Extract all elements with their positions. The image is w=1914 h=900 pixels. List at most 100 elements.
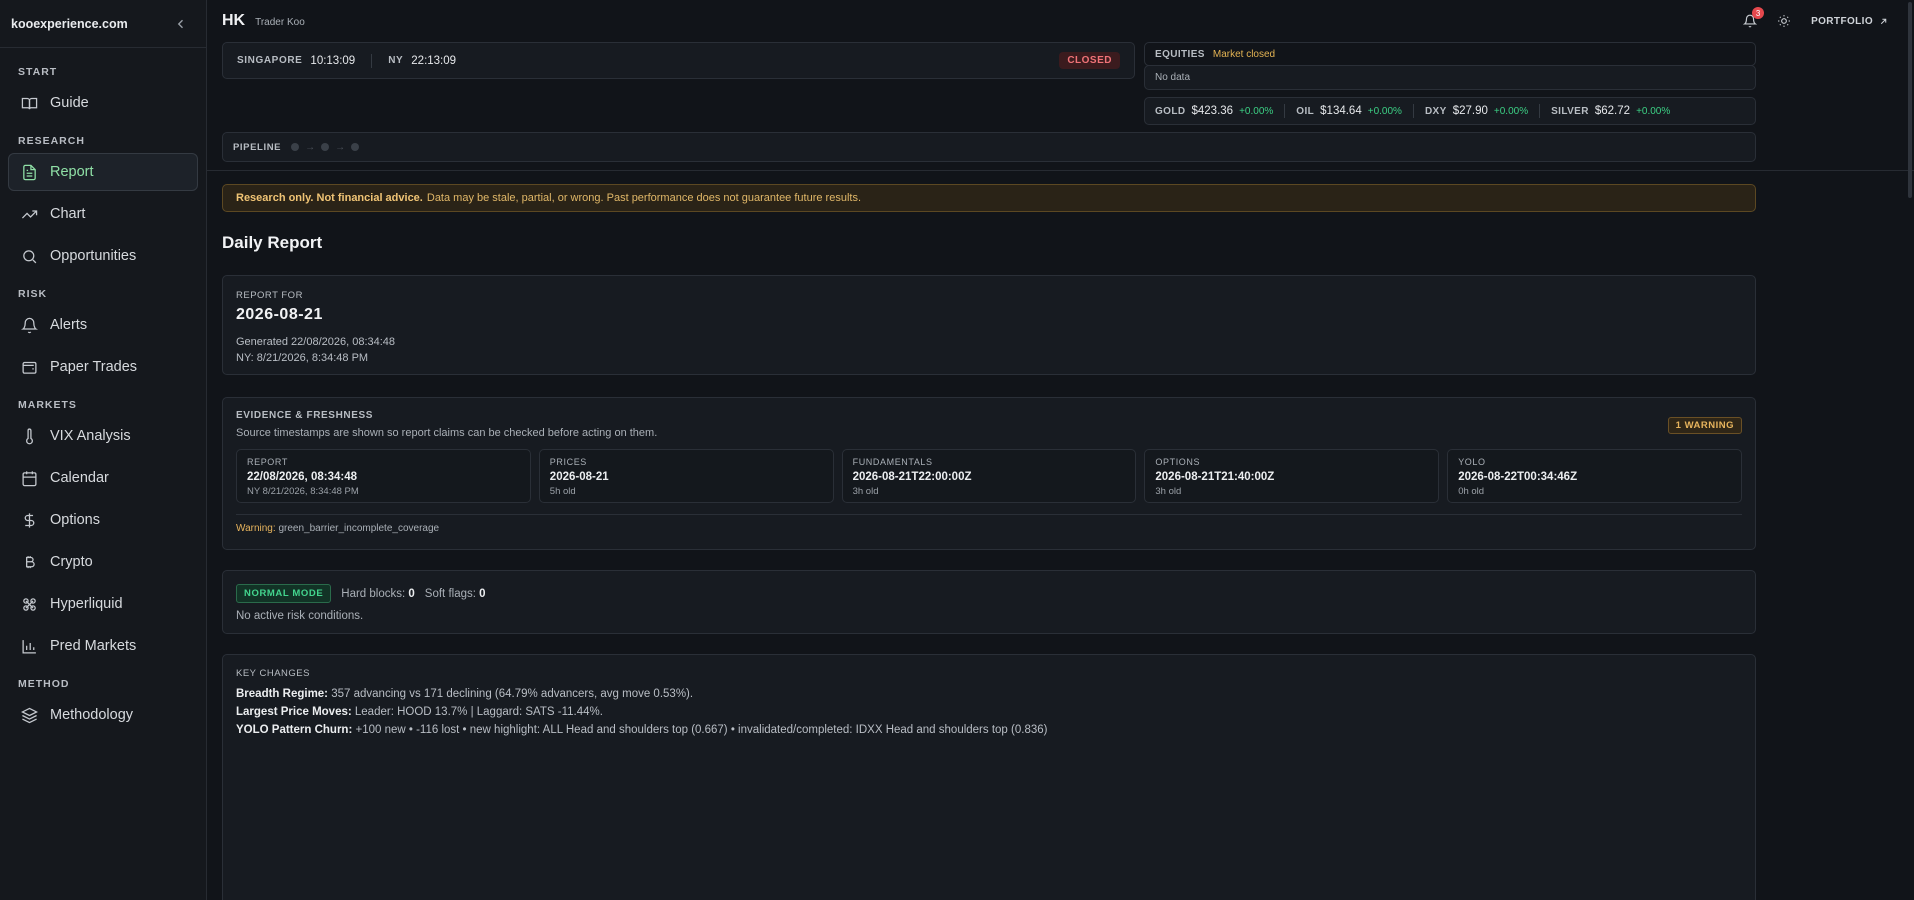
equities-status: EQUITIES Market closed [1144, 42, 1756, 66]
disclaimer-banner: Research only. Not financial advice. Dat… [222, 184, 1756, 212]
soft-flags-value: 0 [479, 587, 486, 600]
sidebar-item-guide[interactable]: Guide [8, 84, 198, 122]
soft-flags-stat: Soft flags: 0 [425, 588, 486, 600]
sidebar-item-label: Options [50, 512, 100, 528]
key-changes-title: KEY CHANGES [236, 668, 310, 679]
sidebar-header: kooexperience.com [0, 0, 206, 48]
evidence-box-fundamentals: FUNDAMENTALS 2026-08-21T22:00:00Z 3h old [841, 449, 1137, 503]
pipeline-step-dot [291, 143, 300, 151]
evidence-box-yolo: YOLO 2026-08-22T00:34:46Z 0h old [1447, 449, 1742, 503]
section-method: METHOD [18, 678, 70, 690]
sidebar-item-label: Chart [50, 206, 86, 222]
report-for-label: REPORT FOR [236, 290, 303, 301]
main-content: HK Trader Koo 3 PORTFOLIO SINGAPORE 10:1… [207, 0, 1914, 900]
evidence-box-label: FUNDAMENTALS [852, 457, 933, 467]
arrow-right-icon: → [305, 141, 316, 153]
notifications-bell-icon[interactable]: 3 [1742, 7, 1765, 28]
sidebar-item-hyperliquid[interactable]: Hyperliquid [8, 585, 198, 623]
sidebar-item-report[interactable]: Report [8, 153, 198, 191]
key-change-label: YOLO Pattern Churn: [236, 724, 353, 736]
portfolio-link[interactable]: PORTFOLIO [1811, 16, 1888, 27]
search-icon [20, 247, 38, 265]
sidebar-item-methodology[interactable]: Methodology [8, 696, 198, 734]
ticker-name: GOLD [1155, 105, 1186, 117]
key-change-label: Largest Price Moves: [236, 706, 352, 718]
clock-city-2: NY [388, 55, 404, 66]
clock-divider [371, 53, 373, 68]
evidence-box-value: 2026-08-21T21:40:00Z [1155, 471, 1275, 483]
book-icon [20, 94, 38, 112]
sidebar-item-paper-trades[interactable]: Paper Trades [8, 348, 198, 386]
pipeline-label: PIPELINE [233, 141, 282, 153]
sidebar-item-crypto[interactable]: Crypto [8, 543, 198, 581]
ticker-change: +0.00% [1493, 105, 1529, 117]
key-changes-card: KEY CHANGES Breadth Regime: 357 advancin… [222, 654, 1756, 900]
site-name[interactable]: kooexperience.com [11, 17, 128, 31]
key-change-line: YOLO Pattern Churn: +100 new • -116 lost… [236, 721, 1742, 739]
scrollbar-thumb[interactable] [1908, 2, 1912, 198]
market-code: HK [222, 12, 246, 29]
bell-icon [20, 316, 38, 334]
ticker-dxy[interactable]: DXY $27.90 +0.00% [1425, 105, 1528, 117]
soft-flags-label: Soft flags: [424, 587, 476, 600]
sidebar-item-options[interactable]: Options [8, 501, 198, 539]
ticker-change: +0.00% [1367, 105, 1402, 117]
disclaimer-bold: Research only. Not financial advice. [236, 192, 423, 204]
pipeline-step-dot [321, 143, 330, 151]
evidence-box-value: 2026-08-22T00:34:46Z [1458, 471, 1578, 483]
evidence-grid: REPORT 22/08/2026, 08:34:48 NY 8/21/2026… [236, 449, 1742, 503]
equities-market-status: Market closed [1212, 48, 1276, 60]
theme-sun-icon[interactable] [1777, 14, 1791, 28]
sidebar-item-label: Hyperliquid [50, 596, 123, 612]
sidebar-nav: START Guide RESEARCH Report Chart Opport… [0, 48, 206, 738]
ticker-gold[interactable]: GOLD $423.36 +0.00% [1155, 105, 1273, 117]
risk-note: No active risk conditions. [236, 610, 364, 622]
sidebar-item-chart[interactable]: Chart [8, 195, 198, 233]
ticker-change: +0.00% [1636, 105, 1671, 117]
document-icon [20, 163, 38, 181]
sidebar-item-label: Alerts [50, 317, 88, 333]
section-research: RESEARCH [18, 135, 85, 147]
sidebar-item-alerts[interactable]: Alerts [8, 306, 198, 344]
ticker-oil[interactable]: OIL $134.64 +0.00% [1296, 105, 1402, 117]
evidence-box-sub: 3h old [1155, 486, 1182, 497]
header-divider [207, 170, 1914, 171]
warning-text: green_barrier_incomplete_coverage [278, 523, 440, 534]
sidebar-item-calendar[interactable]: Calendar [8, 459, 198, 497]
sidebar-item-pred-markets[interactable]: Pred Markets [8, 627, 198, 665]
equities-label: EQUITIES [1155, 48, 1205, 60]
ticker-price: $27.90 [1452, 105, 1488, 117]
key-change-line: Breadth Regime: 357 advancing vs 171 dec… [236, 685, 1742, 703]
ticker-price: $62.72 [1594, 105, 1631, 117]
evidence-box-value: 2026-08-21 [549, 471, 609, 483]
wallet-icon [20, 358, 38, 376]
chevron-left-icon[interactable] [174, 17, 188, 31]
evidence-box-sub: NY 8/21/2026, 8:34:48 PM [247, 486, 359, 497]
user-name: Trader Koo [255, 17, 305, 28]
hard-blocks-label: Hard blocks: [341, 587, 406, 600]
market-clock: SINGAPORE 10:13:09 NY 22:13:09 CLOSED [222, 42, 1135, 79]
market-status-badge: CLOSED [1059, 52, 1120, 69]
portfolio-label: PORTFOLIO [1811, 15, 1873, 27]
report-for-card: REPORT FOR 2026-08-21 Generated 22/08/20… [222, 275, 1756, 375]
normal-mode-badge: NORMAL MODE [236, 584, 332, 603]
clock-time-2: 22:13:09 [411, 54, 457, 67]
ticker-name: OIL [1296, 105, 1315, 117]
evidence-box-label: OPTIONS [1155, 457, 1201, 467]
evidence-box-prices: PRICES 2026-08-21 5h old [538, 449, 834, 503]
section-risk: RISK [18, 288, 48, 300]
sidebar-item-vix-analysis[interactable]: VIX Analysis [8, 417, 198, 455]
page-title: Daily Report [222, 233, 323, 252]
ticker-silver[interactable]: SILVER $62.72 +0.00% [1551, 105, 1670, 117]
evidence-box-sub: 5h old [549, 486, 576, 497]
key-change-text: 357 advancing vs 171 declining (64.79% a… [331, 688, 694, 700]
thermometer-icon [20, 427, 38, 445]
evidence-subtitle: Source timestamps are shown so report cl… [236, 427, 658, 439]
warning-count-badge: 1 WARNING [1667, 417, 1742, 434]
sidebar: kooexperience.com START Guide RESEARCH R… [0, 0, 207, 900]
key-change-text: Leader: HOOD 13.7% | Laggard: SATS -11.4… [354, 706, 603, 718]
evidence-box-label: PRICES [549, 457, 587, 467]
key-change-text: +100 new • -116 lost • new highlight: AL… [355, 724, 1048, 736]
sidebar-item-opportunities[interactable]: Opportunities [8, 237, 198, 275]
evidence-title: EVIDENCE & FRESHNESS [236, 410, 374, 421]
